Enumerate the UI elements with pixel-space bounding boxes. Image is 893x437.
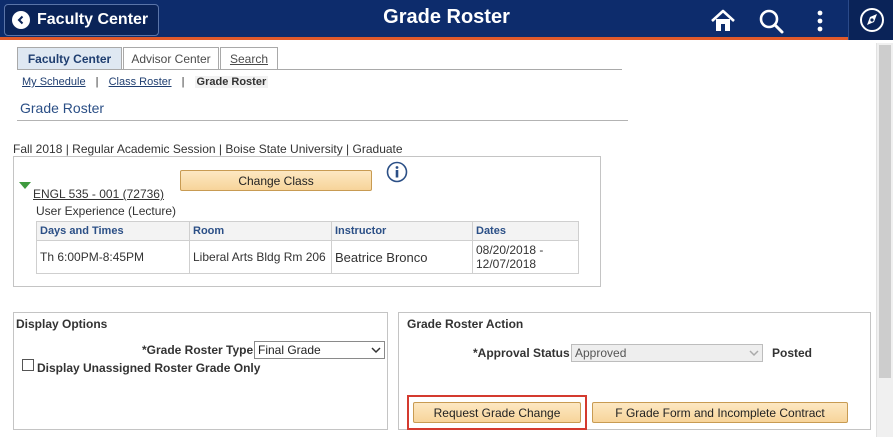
scrollbar-thumb[interactable]: [879, 45, 891, 378]
days-times-cell: Th 6:00PM-8:45PM: [36, 240, 190, 274]
breadcrumb-current: Grade Roster: [194, 76, 269, 88]
class-description: User Experience (Lecture): [36, 204, 177, 218]
highlight-annotation: [407, 395, 587, 430]
title-divider: [17, 120, 628, 121]
tab-advisor-center[interactable]: Advisor Center: [123, 47, 219, 70]
column-header: Days and Times: [36, 221, 190, 241]
home-icon[interactable]: [709, 7, 737, 35]
section-title: Grade Roster: [20, 100, 105, 116]
table-row: Th 6:00PM-8:45PM Liberal Arts Bldg Rm 20…: [36, 240, 579, 274]
roster-type-value: Final Grade: [258, 343, 321, 357]
approval-status-label: *Approval Status: [473, 346, 570, 360]
breadcrumb-my-schedule[interactable]: My Schedule: [22, 76, 86, 88]
meeting-table: Days and Times Room Instructor Dates Th …: [36, 221, 579, 274]
back-button-label: Faculty Center: [37, 11, 149, 28]
navigator-button[interactable]: [848, 0, 893, 40]
chevron-down-icon: [369, 344, 382, 356]
display-options-panel: Display Options *Grade Roster Type Final…: [13, 312, 388, 430]
change-class-button[interactable]: Change Class: [180, 170, 372, 191]
breadcrumb: My Schedule | Class Roster | Grade Roste…: [22, 76, 269, 88]
header-bar: Faculty Center Grade Roster: [0, 0, 893, 40]
info-icon[interactable]: [386, 161, 408, 183]
unassigned-label: Display Unassigned Roster Grade Only: [37, 361, 261, 375]
chevron-left-icon: [12, 11, 30, 29]
breadcrumb-separator: |: [181, 76, 185, 88]
tab-label: Search: [229, 52, 269, 66]
tab-search[interactable]: Search: [220, 47, 278, 70]
search-icon[interactable]: [757, 7, 785, 35]
room-cell: Liberal Arts Bldg Rm 206: [189, 240, 332, 274]
instructor-cell: Beatrice Bronco: [331, 240, 473, 274]
approval-status-select: Approved: [571, 344, 763, 362]
breadcrumb-separator: |: [95, 76, 99, 88]
column-header: Instructor: [331, 221, 473, 241]
panel-title: Display Options: [16, 317, 108, 331]
table-header-row: Days and Times Room Instructor Dates: [36, 221, 579, 241]
more-vertical-icon[interactable]: [806, 7, 834, 35]
column-header: Dates: [472, 221, 579, 241]
tab-faculty-center[interactable]: Faculty Center: [17, 47, 122, 70]
approval-status-value: Approved: [575, 346, 627, 360]
breadcrumb-class-roster[interactable]: Class Roster: [109, 76, 172, 88]
roster-type-select[interactable]: Final Grade: [254, 341, 385, 359]
unassigned-checkbox[interactable]: [22, 359, 34, 371]
back-button[interactable]: Faculty Center: [4, 4, 159, 36]
roster-type-label: *Grade Roster Type: [142, 343, 254, 357]
class-link[interactable]: ENGL 535 - 001 (72736): [33, 187, 164, 201]
panel-title: Grade Roster Action: [407, 317, 524, 331]
posted-status: Posted: [772, 346, 813, 360]
collapse-triangle-icon[interactable]: [19, 182, 31, 189]
chevron-down-icon: [747, 347, 760, 359]
tab-label: Faculty Center: [27, 52, 112, 66]
column-header: Room: [189, 221, 332, 241]
navigator-icon: [860, 8, 884, 32]
class-info-box: ENGL 535 - 001 (72736) User Experience (…: [13, 156, 601, 287]
dates-cell: 08/20/2018 - 12/07/2018: [472, 240, 579, 274]
tab-divider: [17, 69, 622, 70]
vertical-scrollbar[interactable]: [876, 43, 893, 437]
tab-label: Advisor Center: [131, 52, 211, 66]
f-grade-form-button[interactable]: F Grade Form and Incomplete Contract: [592, 402, 848, 423]
term-info: Fall 2018 | Regular Academic Session | B…: [13, 142, 403, 156]
